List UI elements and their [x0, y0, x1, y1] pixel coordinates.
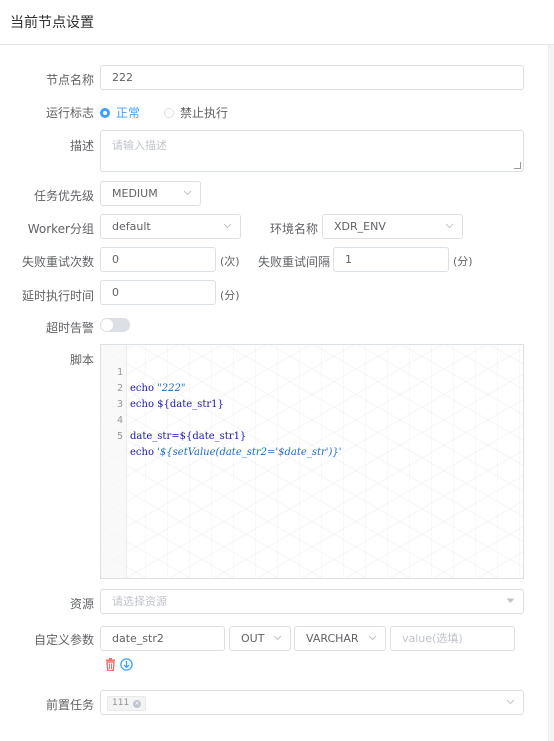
caret-down-icon — [506, 590, 515, 604]
chevron-down-icon — [368, 627, 377, 641]
chevron-down-icon — [223, 215, 232, 229]
delay-time-input[interactable]: 0 — [100, 280, 216, 305]
param-direct-value: OUT — [241, 632, 265, 645]
description-textarea[interactable]: 请输入描述 — [100, 130, 524, 172]
code-keyword: date_str=${date_str1} — [130, 431, 247, 442]
pre-tasks-select[interactable] — [100, 690, 524, 715]
chevron-down-icon — [273, 627, 282, 641]
radio-unchecked-icon — [164, 107, 174, 118]
param-direct-select[interactable]: OUT — [229, 626, 291, 651]
priority-label: 任务优先级 — [33, 189, 94, 203]
priority-value: MEDIUM — [112, 187, 158, 200]
code-line: 1 echo "222" — [101, 349, 186, 394]
code-line: 5 echo '${setValue(date_str2='$date_str'… — [101, 413, 342, 458]
retry-times-unit: (次) — [220, 255, 240, 268]
chevron-down-icon — [183, 182, 192, 196]
code-string: "222" — [157, 383, 186, 394]
priority-select[interactable]: MEDIUM — [100, 181, 201, 206]
scrollbar[interactable] — [548, 45, 554, 741]
retry-times-label: 失败重试次数 — [21, 255, 94, 269]
node-name-label: 节点名称 — [45, 73, 94, 87]
resize-handle-icon[interactable] — [514, 162, 521, 169]
delay-time-label: 延时执行时间 — [21, 289, 94, 303]
line-number: 5 — [116, 431, 123, 442]
retry-times-input[interactable]: 0 — [100, 247, 216, 272]
description-placeholder: 请输入描述 — [112, 139, 167, 152]
code-string: '${setValue(date_str2='$date_str')}' — [157, 447, 342, 458]
run-flag-label: 运行标志 — [45, 106, 94, 120]
code-keyword: echo — [130, 383, 158, 394]
resources-placeholder: 请选择资源 — [112, 595, 167, 608]
resources-select[interactable]: 请选择资源 — [100, 589, 524, 614]
add-param-icon[interactable] — [120, 658, 133, 671]
retry-interval-input[interactable]: 1 — [333, 247, 449, 272]
pre-task-tag: 111 × — [107, 696, 147, 711]
panel-title: 当前节点设置 — [10, 15, 94, 31]
radio-forbidden[interactable]: 禁止执行 — [164, 104, 228, 121]
code-keyword: echo — [130, 447, 158, 458]
retry-interval-unit: (分) — [453, 255, 473, 268]
code-line: 4 date_str=${date_str1} — [101, 397, 246, 442]
retry-interval-label: 失败重试间隔 — [258, 255, 331, 269]
param-value-input[interactable]: value(选填) — [390, 626, 515, 651]
pre-tasks-label: 前置任务 — [45, 698, 94, 712]
radio-checked-icon — [100, 107, 110, 118]
param-prop-input[interactable]: date_str2 — [100, 626, 225, 651]
delay-time-unit: (分) — [220, 289, 240, 302]
radio-normal[interactable]: 正常 — [100, 104, 140, 121]
code-line: 2 echo ${date_str1} — [101, 365, 224, 410]
worker-group-select[interactable]: default — [100, 214, 241, 239]
environment-value: XDR_ENV — [334, 220, 386, 233]
switch-knob — [101, 319, 113, 331]
worker-group-label: Worker分组 — [27, 222, 94, 236]
environment-label: 环境名称 — [270, 222, 319, 236]
code-keyword: echo ${date_str1} — [130, 399, 224, 410]
pre-task-tag-label: 111 — [112, 698, 130, 708]
tag-close-icon[interactable]: × — [133, 699, 142, 708]
radio-forbidden-label: 禁止执行 — [180, 106, 229, 120]
timeout-alarm-switch[interactable] — [100, 318, 130, 332]
code-line: 3 — [101, 381, 125, 410]
timeout-alarm-label: 超时告警 — [45, 321, 94, 335]
chevron-down-icon — [506, 691, 515, 705]
panel-header: 当前节点设置 — [0, 0, 554, 45]
resources-label: 资源 — [69, 597, 94, 611]
radio-normal-label: 正常 — [116, 106, 141, 120]
param-type-select[interactable]: VARCHAR — [294, 626, 386, 651]
node-name-input[interactable]: 222 — [100, 65, 524, 90]
description-label: 描述 — [69, 139, 94, 153]
script-editor[interactable]: 1 echo "222" 2 echo ${date_str1} 3 4 dat… — [100, 344, 524, 579]
chevron-down-icon — [445, 215, 454, 229]
environment-select[interactable]: XDR_ENV — [322, 214, 463, 239]
param-type-value: VARCHAR — [306, 632, 359, 645]
delete-icon[interactable] — [104, 658, 117, 671]
script-label: 脚本 — [69, 353, 94, 367]
worker-group-value: default — [112, 220, 151, 233]
custom-params-label: 自定义参数 — [33, 633, 94, 647]
